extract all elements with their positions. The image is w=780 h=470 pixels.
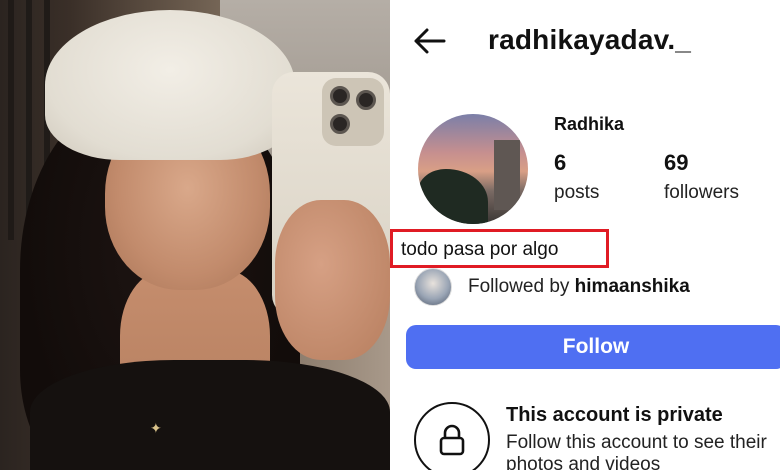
posts-label: posts: [554, 182, 600, 203]
followers-count: 69: [664, 150, 689, 175]
arrow-left-icon: [414, 28, 446, 54]
private-account-title: This account is private: [506, 404, 723, 426]
bio-highlight-box: todo pasa por algo: [390, 229, 609, 268]
mutual-follower-username: himaanshika: [574, 276, 690, 297]
camera-module: [322, 78, 384, 146]
mirror-selfie-photo: ✦: [0, 0, 390, 470]
followed-by-text[interactable]: Followed by himaanshika: [468, 276, 690, 298]
follow-button[interactable]: Follow: [406, 325, 780, 369]
followed-by-prefix: Followed by: [468, 276, 575, 297]
hand: [275, 200, 390, 360]
profile-username: radhikayadav._: [488, 24, 692, 55]
mutual-follower-avatar[interactable]: [414, 268, 452, 306]
followers-label: followers: [664, 182, 739, 203]
profile-bio: todo pasa por algo: [401, 239, 559, 260]
black-top: [30, 360, 390, 470]
private-account-subtitle: Follow this account to see their photos …: [506, 432, 767, 470]
lock-icon: [439, 424, 465, 456]
posts-stat[interactable]: 6 posts: [554, 150, 599, 204]
back-button[interactable]: [412, 26, 446, 56]
posts-count: 6: [554, 150, 567, 175]
private-lock-badge: [414, 402, 490, 470]
profile-panel: radhikayadav._ Radhika 6 posts 69 follow…: [390, 0, 780, 470]
bucket-hat: [45, 10, 295, 160]
profile-avatar[interactable]: [418, 114, 528, 224]
butterfly-pendant: ✦: [150, 420, 162, 436]
screenshot-frame: ✦ radhikayadav._ Radhika 6 posts 69 foll…: [0, 0, 780, 470]
display-name: Radhika: [554, 114, 625, 134]
followers-stat[interactable]: 69 followers: [664, 150, 739, 204]
